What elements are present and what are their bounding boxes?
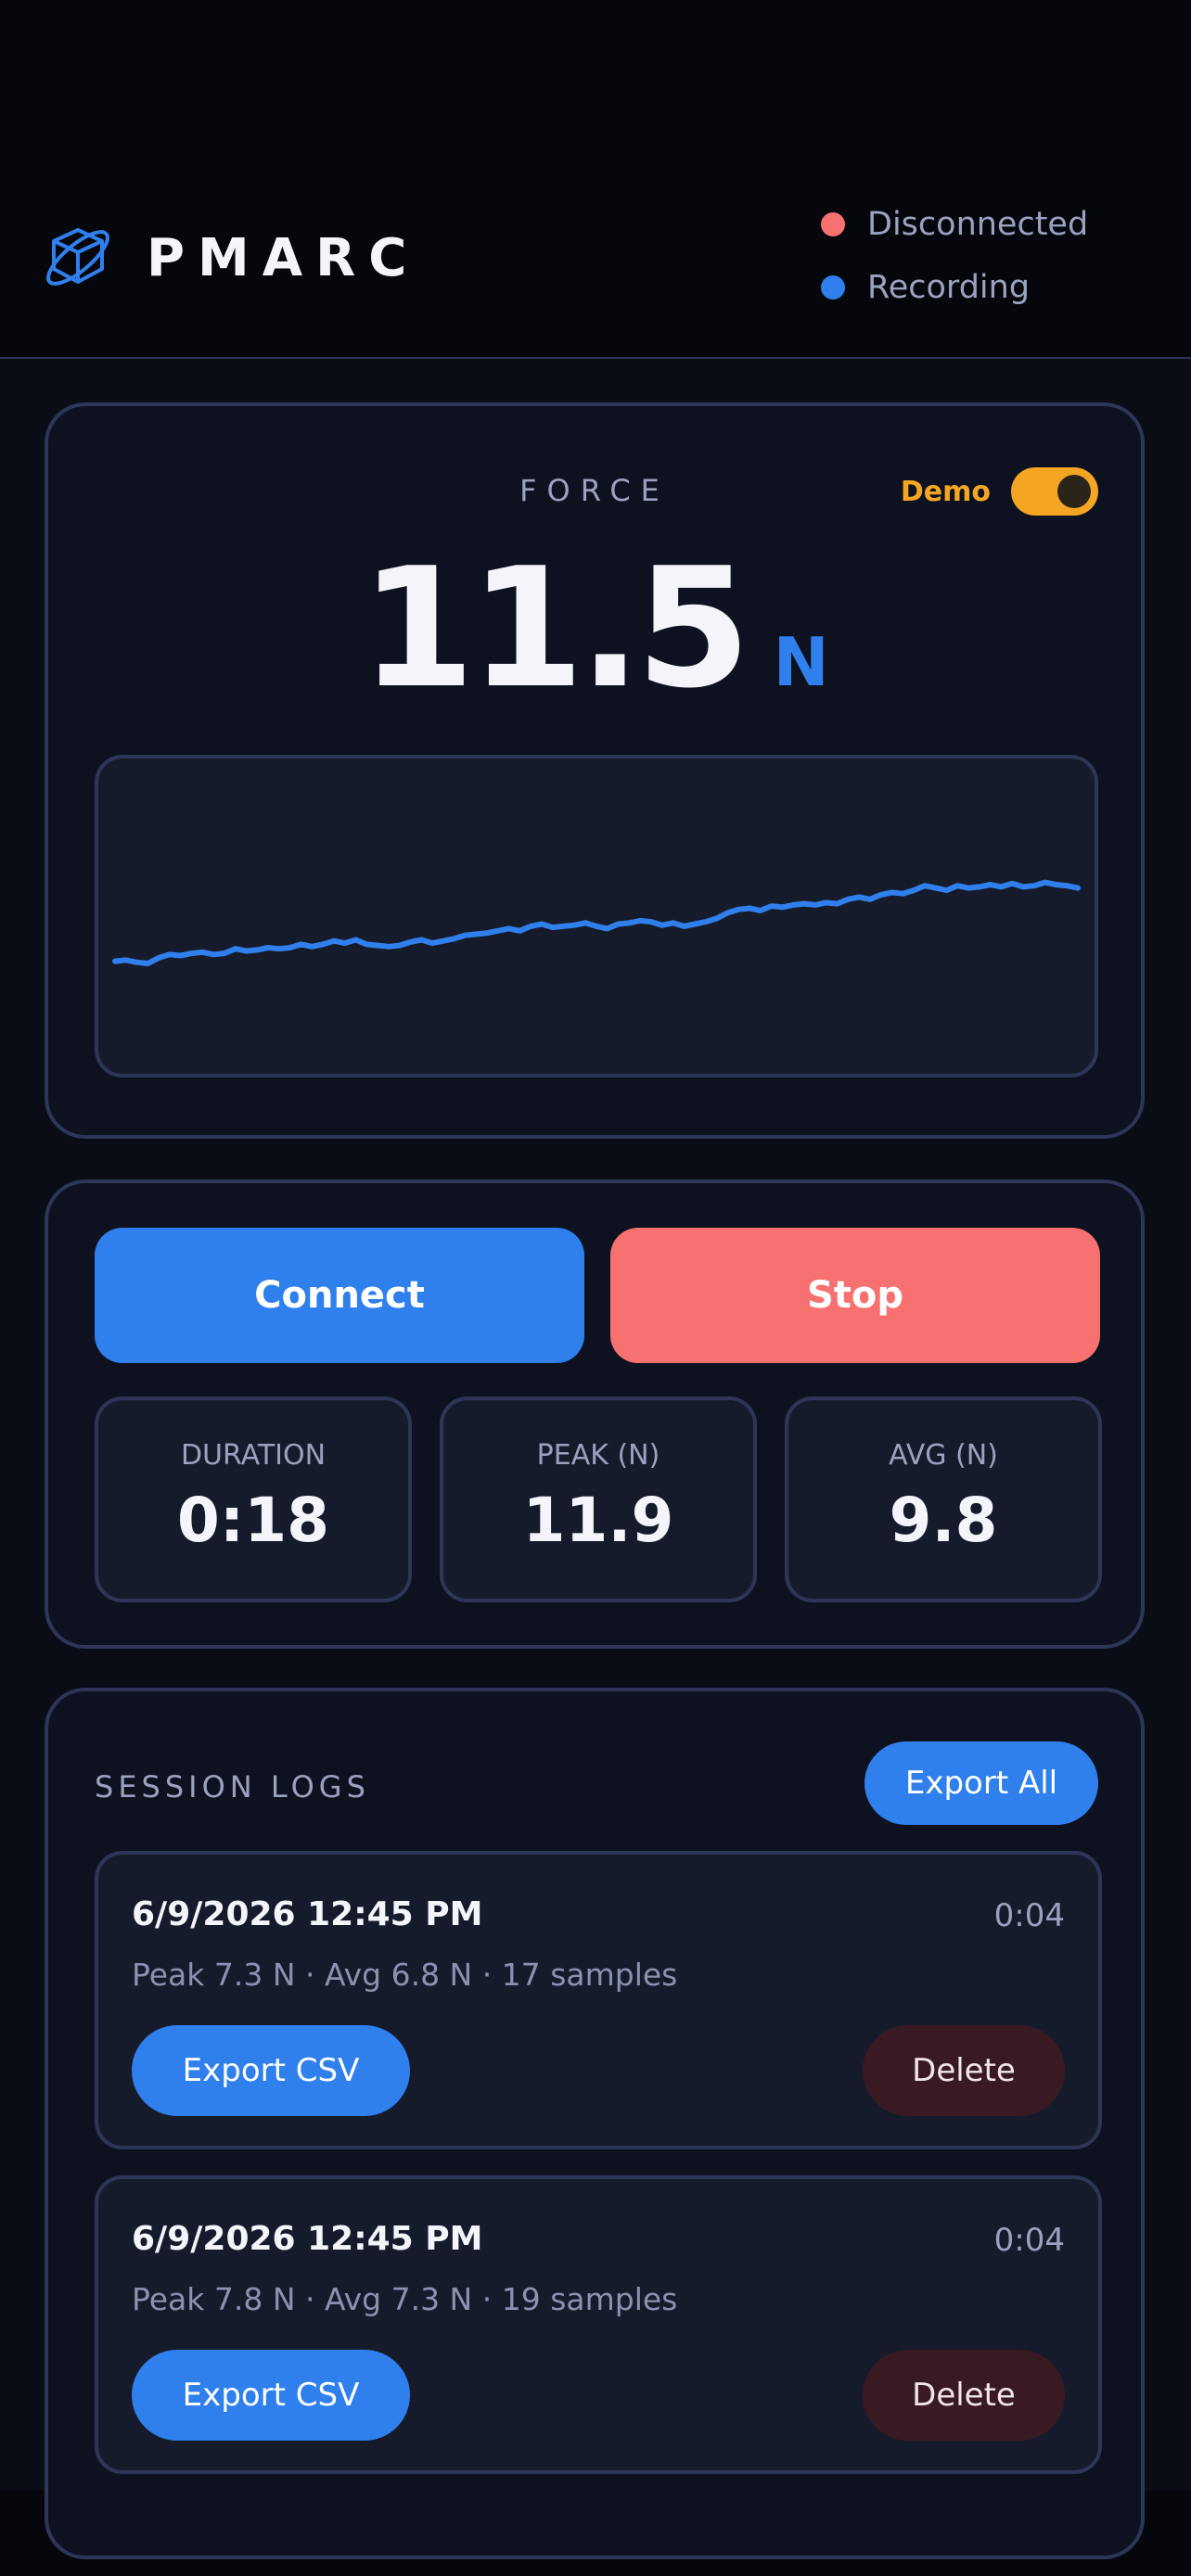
- session-logs-card: SESSION LOGS Export All 6/9/2026 12:45 P…: [45, 1688, 1145, 2559]
- force-chart: [95, 755, 1098, 1078]
- app-header: PMARC Disconnected Recording: [0, 0, 1191, 359]
- stop-button[interactable]: Stop: [610, 1228, 1100, 1363]
- log-date: 6/9/2026 12:45 PM: [132, 1895, 483, 1933]
- stat-value: 0:18: [176, 1485, 330, 1556]
- status-recording: Recording: [821, 269, 1030, 306]
- force-card: FORCE Demo 11.5 N: [45, 402, 1145, 1139]
- controls-card: Connect Stop DURATION 0:18 PEAK (N) 11.9…: [45, 1180, 1145, 1649]
- log-meta: Peak 7.8 N · Avg 7.3 N · 19 samples: [132, 2281, 678, 2317]
- force-series-line: [112, 879, 1081, 966]
- stat-duration: DURATION 0:18: [95, 1396, 412, 1602]
- stat-label: DURATION: [180, 1439, 327, 1472]
- status-label: Recording: [867, 269, 1031, 306]
- force-unit: N: [773, 623, 829, 701]
- force-chart-svg: [112, 879, 1081, 966]
- log-duration: 0:04: [993, 1897, 1065, 1934]
- delete-button[interactable]: Delete: [863, 2350, 1065, 2441]
- status-dot-icon: [821, 275, 845, 300]
- log-item: 6/9/2026 12:45 PM 0:04 Peak 7.3 N · Avg …: [95, 1851, 1102, 2149]
- toggle-knob: [1057, 475, 1091, 508]
- export-all-button[interactable]: Export All: [864, 1741, 1098, 1825]
- force-readout: 11.5 N: [48, 536, 1141, 721]
- force-value: 11.5: [360, 532, 750, 724]
- status-label: Disconnected: [867, 206, 1089, 243]
- app-screen: PMARC Disconnected Recording FORCE Demo …: [0, 0, 1191, 2559]
- delete-button[interactable]: Delete: [863, 2025, 1065, 2116]
- stat-peak: PEAK (N) 11.9: [440, 1396, 757, 1602]
- status-dot-icon: [821, 212, 845, 236]
- stat-label: PEAK (N): [536, 1439, 660, 1472]
- demo-toggle[interactable]: [1011, 467, 1098, 516]
- export-csv-button[interactable]: Export CSV: [132, 2025, 410, 2116]
- stat-value: 11.9: [522, 1485, 674, 1556]
- connect-button[interactable]: Connect: [95, 1228, 584, 1363]
- demo-label: Demo: [900, 475, 991, 508]
- log-duration: 0:04: [993, 2222, 1065, 2259]
- stat-label: AVG (N): [889, 1439, 998, 1472]
- cube-logo-icon: [41, 221, 115, 295]
- stat-avg: AVG (N) 9.8: [785, 1396, 1102, 1602]
- brand-title: PMARC: [147, 228, 420, 288]
- status-disconnected: Disconnected: [821, 206, 1088, 243]
- export-csv-button[interactable]: Export CSV: [132, 2350, 410, 2441]
- log-item: 6/9/2026 12:45 PM 0:04 Peak 7.8 N · Avg …: [95, 2175, 1102, 2474]
- session-logs-title: SESSION LOGS: [95, 1769, 370, 1804]
- demo-toggle-group: Demo: [901, 467, 1098, 516]
- stat-value: 9.8: [889, 1485, 998, 1556]
- log-date: 6/9/2026 12:45 PM: [132, 2220, 483, 2258]
- log-meta: Peak 7.3 N · Avg 6.8 N · 17 samples: [132, 1957, 678, 1993]
